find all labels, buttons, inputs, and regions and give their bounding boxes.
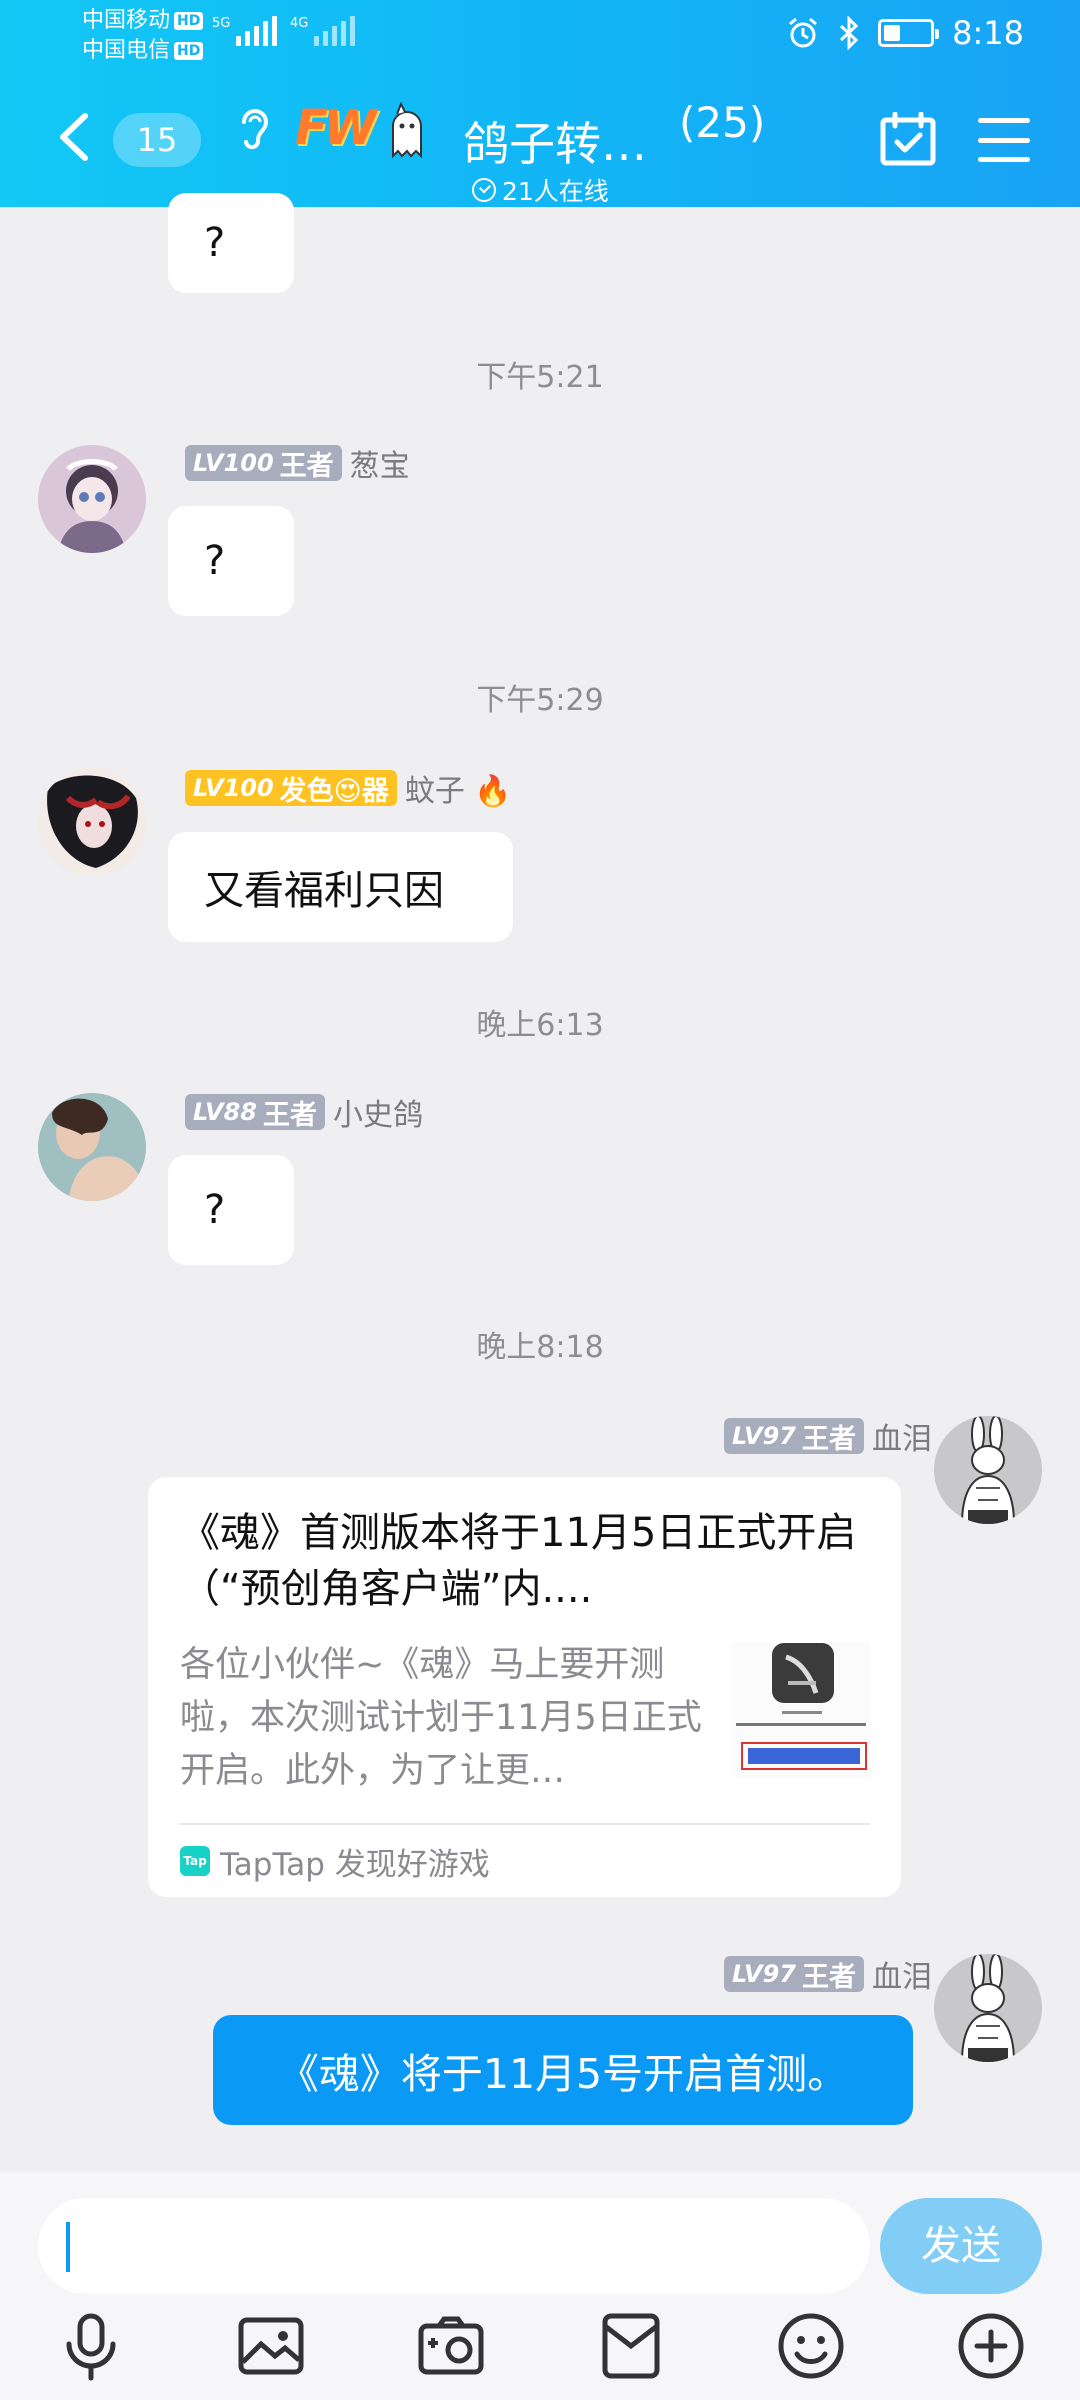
- mic-icon[interactable]: [55, 2310, 127, 2382]
- timestamp: 晚上6:13: [476, 1008, 604, 1043]
- message-bubble[interactable]: ?: [168, 506, 294, 616]
- sender-name[interactable]: 血泪: [872, 1952, 932, 1996]
- ear-icon[interactable]: [236, 104, 270, 152]
- signal-5g-icon: 5G: [212, 16, 278, 46]
- plus-icon[interactable]: [955, 2310, 1027, 2382]
- group-title[interactable]: 鸽子转…: [463, 108, 647, 174]
- online-status[interactable]: 21人在线: [472, 172, 609, 208]
- message-bubble[interactable]: 又看福利只因: [168, 832, 513, 942]
- sender-line: LV88 王者 小史鸽: [185, 1090, 423, 1134]
- bluetooth-icon: [840, 16, 859, 50]
- carrier-1: 中国移动: [82, 8, 171, 33]
- timestamp: 下午5:21: [476, 360, 604, 395]
- avatar[interactable]: [934, 1416, 1042, 1524]
- level-badge: LV88 王者: [185, 1094, 325, 1131]
- card-description: 各位小伙伴~《魂》马上要开测啦，本次测试计划于11月5日正式开启。此外，为了让更…: [180, 1645, 702, 1791]
- chat-header: 中国移动 HD 中国电信 HD 5G 4G 8:18 15 FW 鸽子转… (25)…: [0, 0, 1080, 207]
- level-badge: LV97 王者: [724, 1418, 864, 1455]
- emoji-icon[interactable]: [775, 2310, 847, 2382]
- ghost-icon: [392, 102, 422, 159]
- back-icon[interactable]: [55, 112, 93, 162]
- avatar[interactable]: [934, 1954, 1042, 2062]
- camera-icon[interactable]: [415, 2310, 487, 2382]
- card-title: 《魂》首测版本将于11月5日正式开启（“预创角客户端”内....: [180, 1510, 857, 1612]
- clock: 8:18: [952, 14, 1024, 52]
- battery-icon: [878, 19, 940, 47]
- message-bubble[interactable]: ?: [168, 193, 294, 293]
- sender-line: LV100 发色😍器 蚊子 🔥: [185, 766, 512, 810]
- menu-icon[interactable]: [978, 118, 1030, 162]
- avatar[interactable]: [38, 1093, 146, 1201]
- member-count[interactable]: (25): [679, 98, 765, 147]
- status-right: 8:18: [786, 14, 1024, 52]
- group-logo: FW: [295, 100, 377, 156]
- red-packet-icon[interactable]: [595, 2310, 667, 2382]
- online-count: 21人在线: [502, 177, 609, 206]
- sender-name[interactable]: 血泪: [872, 1414, 932, 1458]
- avatar[interactable]: [38, 768, 146, 876]
- taptap-icon: Tap: [180, 1846, 210, 1876]
- input-bar: 发送: [0, 2172, 1080, 2400]
- send-button[interactable]: 发送: [880, 2198, 1042, 2294]
- level-badge: LV100 发色😍器: [185, 770, 397, 807]
- sender-line: LV97 王者 血泪: [724, 1952, 932, 1996]
- card-source-label: TapTap 发现好游戏: [220, 1846, 490, 1883]
- sender-name[interactable]: 葱宝: [350, 441, 410, 485]
- timestamp: 下午5:29: [476, 683, 604, 718]
- calendar-icon[interactable]: [880, 112, 936, 166]
- image-icon[interactable]: [235, 2310, 307, 2382]
- message-bubble[interactable]: ?: [168, 1155, 294, 1265]
- hd-badge-2: HD: [174, 42, 204, 60]
- avatar[interactable]: [38, 445, 146, 553]
- sender-name[interactable]: 蚊子 🔥: [405, 766, 512, 810]
- timestamp: 晚上8:18: [476, 1330, 604, 1365]
- level-badge: LV100 王者: [185, 445, 342, 482]
- sender-name[interactable]: 小史鸽: [333, 1090, 423, 1134]
- card-thumbnail: [732, 1643, 870, 1778]
- text-caret: [66, 2222, 70, 2272]
- alarm-icon: [789, 17, 818, 48]
- unread-count-badge[interactable]: 15: [113, 113, 201, 167]
- carrier-2: 中国电信: [82, 38, 171, 63]
- online-check-icon: [472, 178, 496, 202]
- carrier-info: 中国移动 HD 中国电信 HD: [82, 6, 204, 66]
- hd-badge-1: HD: [174, 12, 204, 30]
- card-divider: [180, 1823, 870, 1825]
- level-badge: LV97 王者: [724, 1956, 864, 1993]
- sender-line: LV100 王者 葱宝: [185, 441, 410, 485]
- message-bubble-own[interactable]: 《魂》将于11月5号开启首测。: [213, 2015, 913, 2125]
- card-source: Tap TapTap 发现好游戏: [180, 1837, 490, 1885]
- sender-line: LV97 王者 血泪: [724, 1414, 932, 1458]
- message-input[interactable]: [38, 2198, 870, 2294]
- link-share-card[interactable]: 《魂》首测版本将于11月5日正式开启（“预创角客户端”内.... 各位小伙伴~《…: [148, 1477, 901, 1897]
- signal-4g-icon: 4G: [290, 16, 356, 46]
